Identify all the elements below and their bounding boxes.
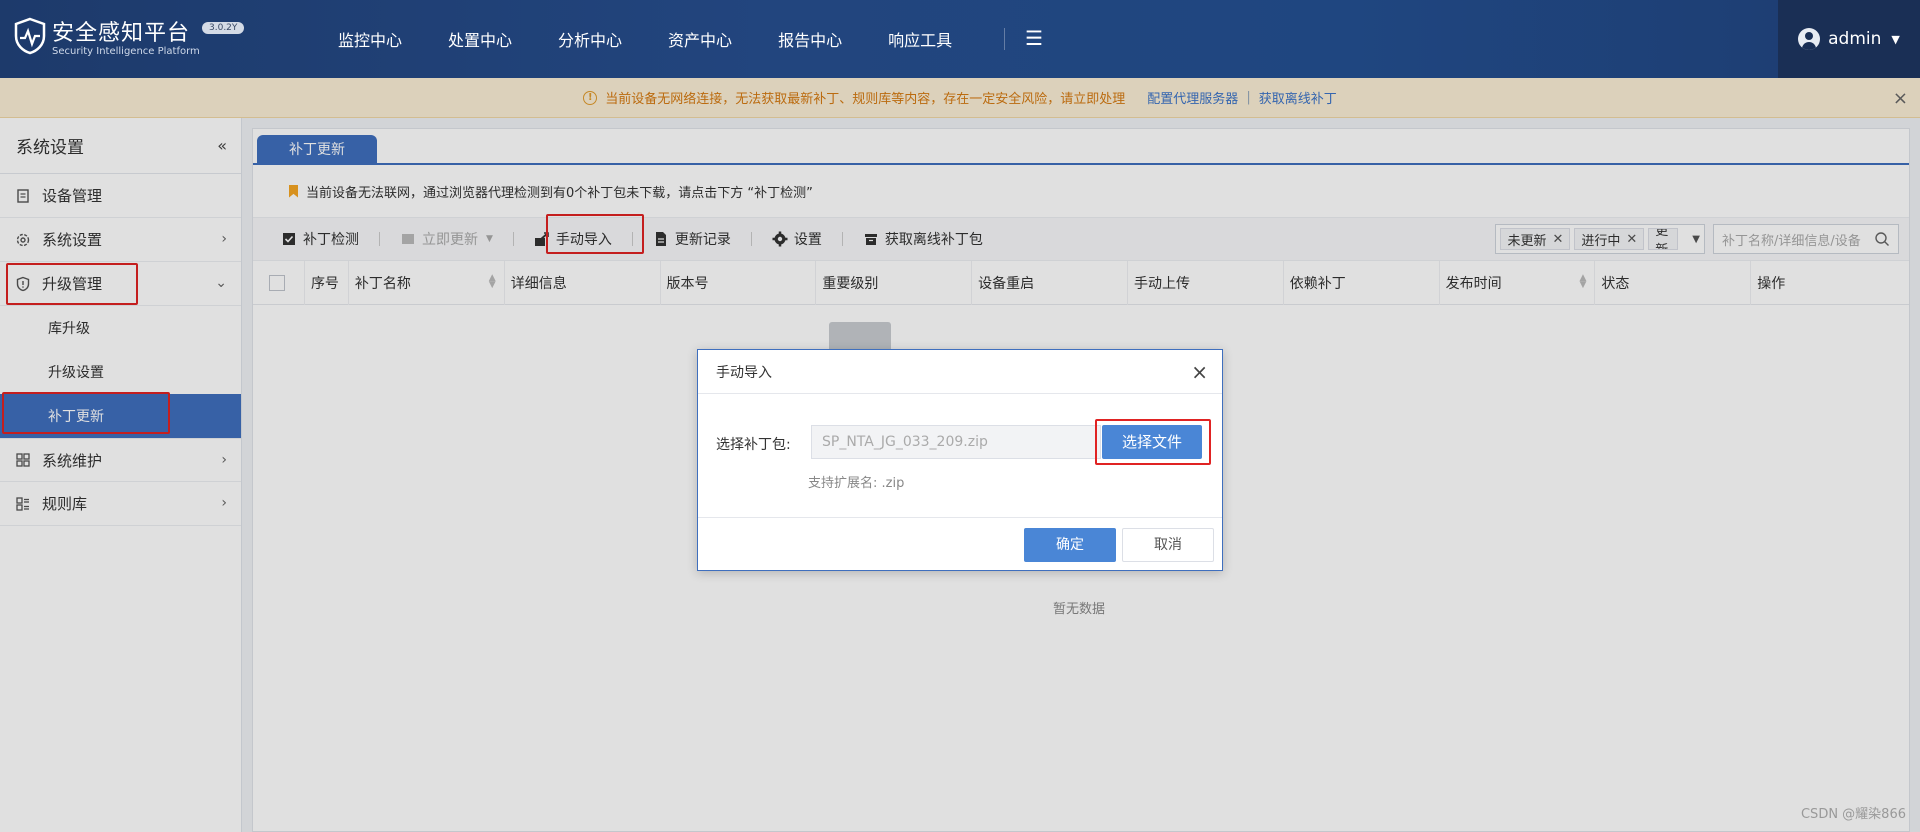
caret-down-icon: ▼ [1891, 32, 1900, 46]
dialog-title: 手动导入 [716, 364, 772, 381]
nav-assets[interactable]: 资产中心 [668, 27, 732, 51]
logo-icon [14, 17, 46, 55]
user-name: admin [1828, 29, 1882, 49]
nav-analysis[interactable]: 分析中心 [558, 27, 622, 51]
choose-file-button[interactable]: 选择文件 [1102, 425, 1202, 459]
nav-response[interactable]: 响应工具 [888, 27, 952, 51]
dialog-footer: 确定 取消 [698, 518, 1222, 570]
menu-icon[interactable]: ☰ [1004, 28, 1043, 50]
brand-subtitle: Security Intelligence Platform [52, 46, 200, 57]
close-icon[interactable]: × [1191, 360, 1208, 384]
dialog-body: 选择补丁包: SP_NTA_JG_033_209.zip 选择文件 支持扩展名:… [698, 394, 1222, 518]
nav-report[interactable]: 报告中心 [778, 27, 842, 51]
confirm-button[interactable]: 确定 [1024, 528, 1116, 562]
top-bar: 安全感知平台 Security Intelligence Platform 3.… [0, 0, 1920, 78]
patch-package-label: 选择补丁包: [716, 437, 791, 453]
version-badge: 3.0.2Y [202, 22, 245, 34]
brand: 安全感知平台 Security Intelligence Platform [52, 22, 200, 58]
extension-hint: 支持扩展名: .zip [808, 476, 905, 491]
avatar-icon [1798, 28, 1821, 50]
user-menu[interactable]: admin ▼ [1778, 0, 1920, 78]
nav-handle[interactable]: 处置中心 [448, 27, 512, 51]
nav-monitor[interactable]: 监控中心 [338, 27, 402, 51]
watermark: CSDN @耀染866 [1800, 807, 1906, 822]
cancel-button[interactable]: 取消 [1122, 528, 1214, 562]
file-path-field[interactable]: SP_NTA_JG_033_209.zip [811, 425, 1101, 459]
main-nav: 监控中心 处置中心 分析中心 资产中心 报告中心 响应工具 ☰ [338, 0, 1043, 78]
manual-import-dialog: 手动导入 × 选择补丁包: SP_NTA_JG_033_209.zip 选择文件… [697, 349, 1223, 571]
brand-title: 安全感知平台 [52, 21, 191, 46]
dialog-header: 手动导入 × [698, 350, 1222, 394]
